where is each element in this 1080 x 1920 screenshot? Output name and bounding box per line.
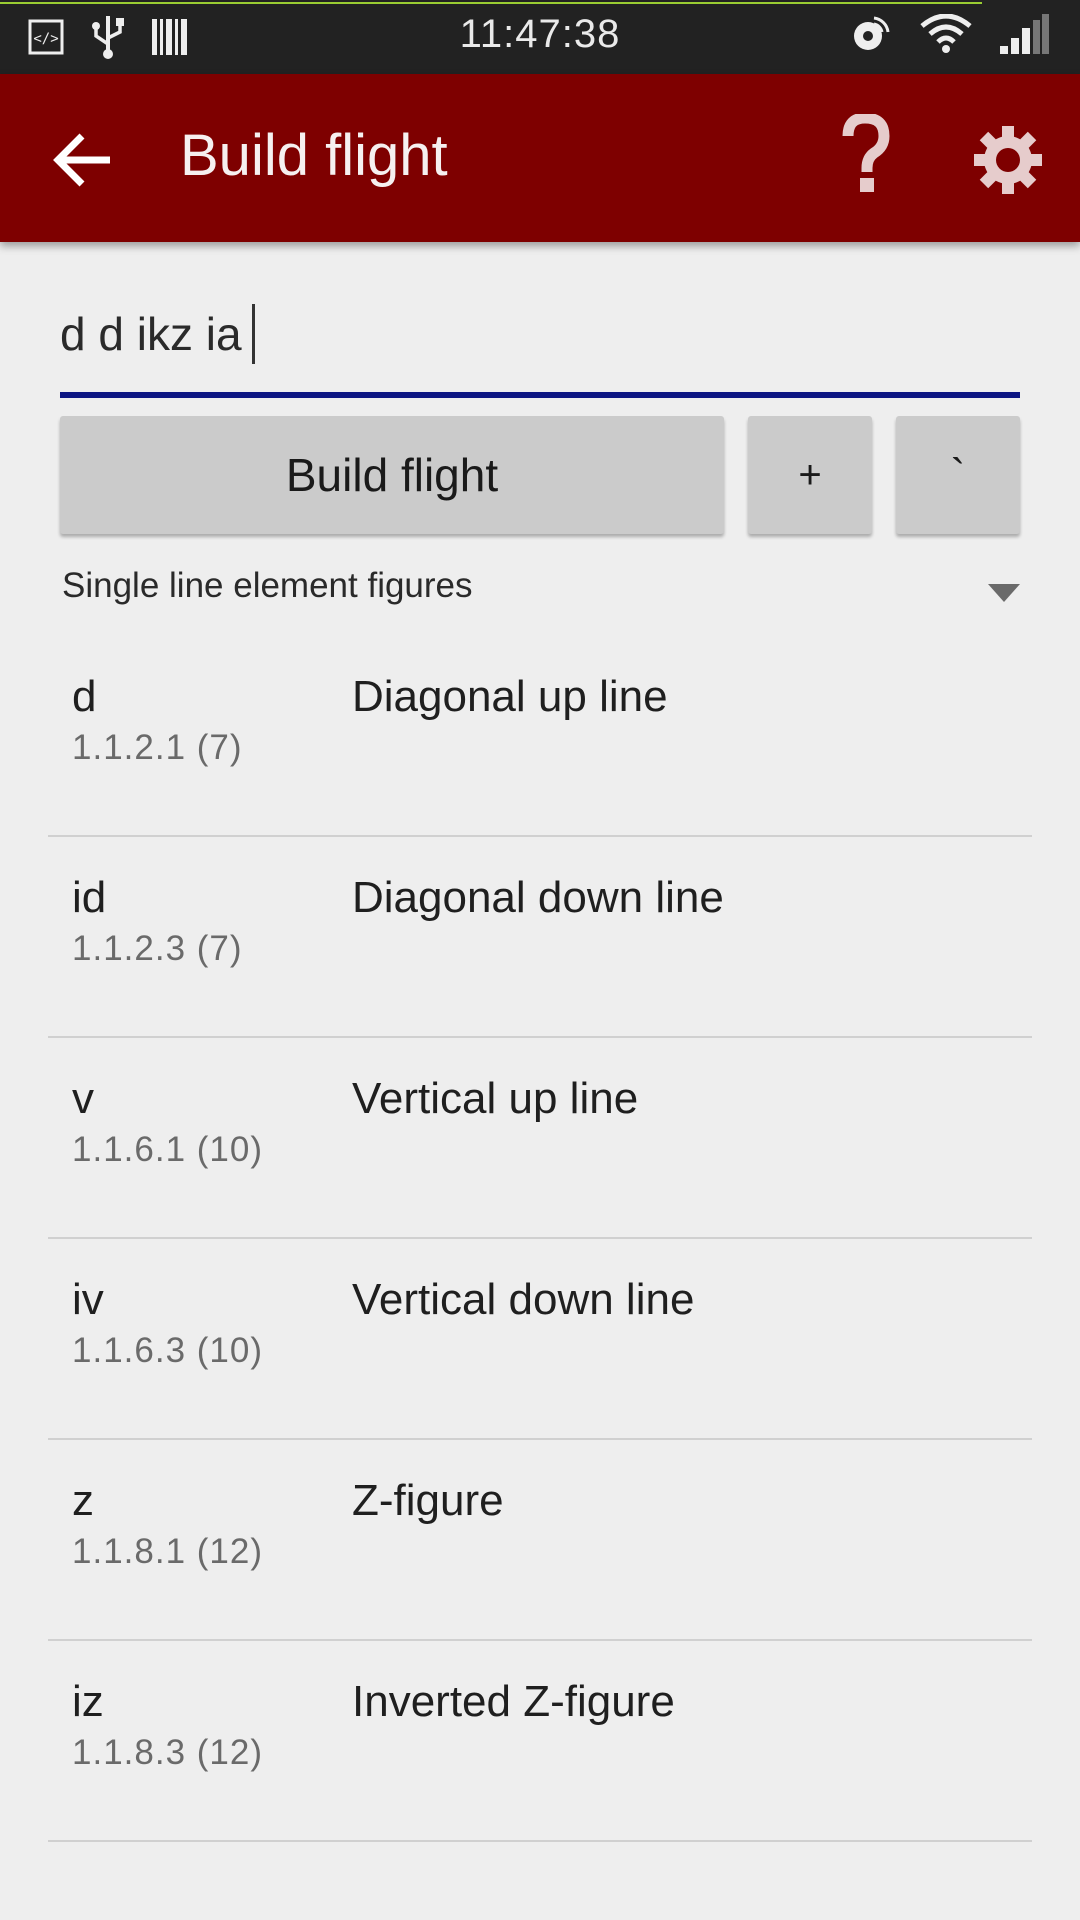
flight-input-value: d d ikz ia [60, 308, 242, 360]
category-selected-label: Single line element figures [62, 566, 473, 605]
status-right-icons [848, 12, 1050, 61]
figure-description: Diagonal up line [352, 672, 668, 721]
flight-input-text-wrap: d d ikz ia [60, 304, 255, 364]
figure-code: d [72, 672, 97, 721]
figure-description: Vertical up line [352, 1074, 639, 1123]
figure-reference: 1.1.2.3 (7) [72, 929, 243, 968]
help-button[interactable] [840, 112, 890, 196]
back-button[interactable] [48, 124, 120, 196]
list-item[interactable]: z 1.1.8.1 (12) Z-figure [48, 1440, 1032, 1641]
category-dropdown[interactable]: Single line element figures [62, 566, 1022, 616]
flight-input-field[interactable]: d d ikz ia [60, 300, 1020, 398]
figure-list: d 1.1.2.1 (7) Diagonal up line id 1.1.2.… [48, 636, 1032, 1842]
status-progress-line [0, 2, 982, 4]
arrow-left-icon [48, 133, 120, 200]
status-bar: </> 11:47:38 [0, 0, 1080, 74]
list-item[interactable]: id 1.1.2.3 (7) Diagonal down line [48, 837, 1032, 1038]
figure-description: Diagonal down line [352, 873, 724, 922]
figure-code: iv [72, 1275, 104, 1324]
list-item[interactable]: iz 1.1.8.3 (12) Inverted Z-figure [48, 1641, 1032, 1842]
app-bar: Build flight [0, 74, 1080, 242]
dropdown-arrow-icon [988, 584, 1020, 602]
gear-icon [972, 126, 1044, 200]
hotspot-icon [848, 12, 892, 61]
list-item[interactable]: d 1.1.2.1 (7) Diagonal up line [48, 636, 1032, 837]
figure-description: Vertical down line [352, 1275, 695, 1324]
list-item[interactable]: iv 1.1.6.3 (10) Vertical down line [48, 1239, 1032, 1440]
figure-description: Inverted Z-figure [352, 1677, 675, 1726]
build-flight-button[interactable]: Build flight [60, 416, 724, 534]
figure-reference: 1.1.8.3 (12) [72, 1733, 263, 1772]
backtick-button[interactable]: ` [896, 416, 1020, 534]
wifi-icon [920, 13, 972, 59]
settings-button[interactable] [972, 124, 1044, 196]
figure-code: v [72, 1074, 94, 1123]
figure-code: iz [72, 1677, 104, 1726]
signal-icon [1000, 14, 1050, 59]
figure-code: z [72, 1476, 94, 1525]
add-button[interactable]: + [748, 416, 872, 534]
figure-code: id [72, 873, 107, 922]
list-item[interactable]: v 1.1.6.1 (10) Vertical up line [48, 1038, 1032, 1239]
figure-reference: 1.1.6.1 (10) [72, 1130, 263, 1169]
figure-reference: 1.1.8.1 (12) [72, 1532, 263, 1571]
figure-description: Z-figure [352, 1476, 504, 1525]
figure-reference: 1.1.6.3 (10) [72, 1331, 263, 1370]
text-caret [251, 304, 255, 364]
figure-reference: 1.1.2.1 (7) [72, 728, 243, 767]
question-mark-icon [840, 112, 890, 200]
page-title: Build flight [180, 123, 448, 188]
